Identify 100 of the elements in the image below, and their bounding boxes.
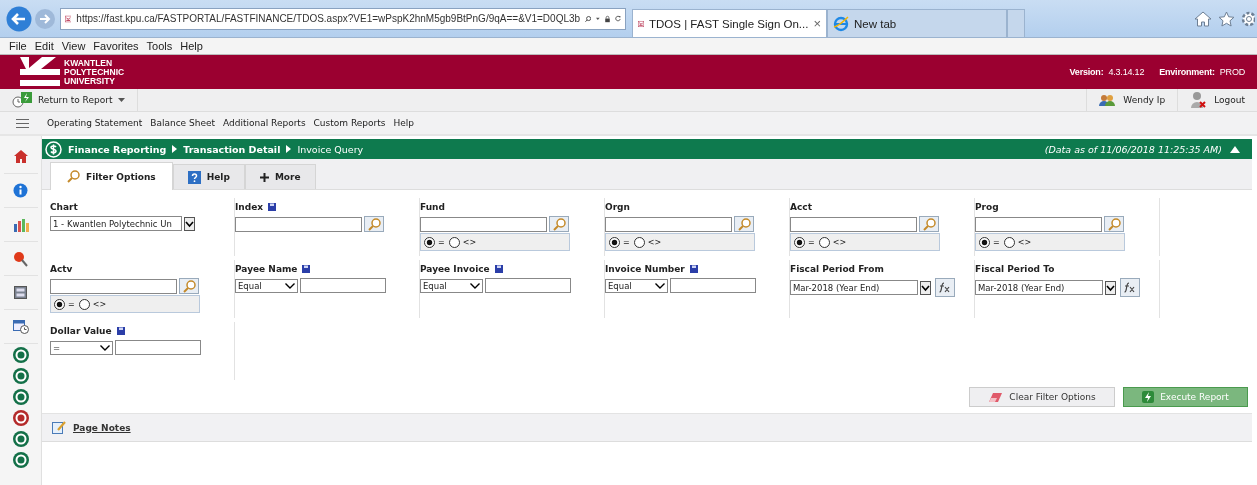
input-field[interactable] [790,216,917,232]
input-field[interactable] [50,278,177,294]
save-icon[interactable] [302,265,311,273]
operator-dropdown[interactable]: Equal [235,278,298,293]
browser-tab[interactable]: TDOS | FAST Single Sign On... × [632,9,827,37]
dollar-icon [45,140,62,158]
input-field[interactable] [300,278,386,293]
close-tab-button[interactable]: × [813,16,821,31]
lookup-button[interactable] [919,216,939,232]
radio-button[interactable] [78,298,90,310]
report-icon[interactable] [11,450,30,469]
menu-item[interactable]: Favorites [93,40,139,52]
lookup-button[interactable] [1104,216,1124,232]
nav-menu-item[interactable]: Balance Sheet [150,118,215,128]
save-icon[interactable] [116,327,125,335]
search-icon [1107,217,1121,231]
report-icon[interactable] [11,387,30,406]
chart-dropdown[interactable]: 1 - Kwantlen Polytechnic Un [50,216,182,231]
menu-item[interactable]: Tools [146,40,173,52]
lookup-button[interactable] [549,216,569,232]
return-to-report-button[interactable]: Return to Report [0,89,139,111]
back-button[interactable] [6,5,32,32]
report-icon [12,92,32,108]
radio-label: = [68,299,75,309]
operator-dropdown[interactable]: Equal [605,278,668,293]
period-dropdown[interactable]: Mar-2018 (Year End) [975,280,1103,295]
nav-menu-item[interactable]: Help [393,118,414,128]
nav-menu-item[interactable]: Additional Reports [223,118,306,128]
radio-button[interactable] [424,236,435,248]
breadcrumb-item[interactable]: Finance Reporting [68,143,167,155]
caret-icon [118,98,126,102]
collapse-icon[interactable] [1230,145,1240,153]
star-icon[interactable] [1218,10,1235,27]
save-icon[interactable] [268,203,277,211]
home-icon[interactable] [12,149,29,164]
lookup-button[interactable] [179,278,199,294]
tab[interactable]: More [244,164,316,189]
input-field[interactable] [975,216,1102,232]
breadcrumb-item[interactable]: Transaction Detail [183,143,281,155]
radio-button[interactable] [54,298,65,310]
input-field[interactable] [115,340,201,355]
settings-icon[interactable] [1241,10,1255,27]
formula-button[interactable] [935,278,955,297]
formula-icon [939,282,951,293]
page-notes-link[interactable]: Page Notes [73,422,131,433]
field-label: Dollar Value [50,326,112,336]
formula-button[interactable] [1120,278,1140,297]
radio-button[interactable] [979,236,990,248]
lookup-button[interactable] [364,216,384,232]
radio-button[interactable] [633,236,645,248]
info-icon[interactable] [13,183,28,198]
save-icon[interactable] [689,265,698,273]
browser-tab[interactable]: New tab [827,9,1007,37]
report-icon[interactable] [11,408,30,427]
input-field[interactable] [420,216,547,232]
menu-icon[interactable] [16,118,29,128]
input-field[interactable] [235,216,362,232]
user-button[interactable]: Wendy Ip [1086,89,1178,111]
tab[interactable]: Help [172,164,245,189]
field-label: Actv [50,264,73,274]
version-value: 4.3.14.12 [1108,67,1145,77]
radio-button[interactable] [794,236,805,248]
field-label: Orgn [605,202,630,212]
menu-item[interactable]: Help [180,40,203,52]
operator-dropdown[interactable]: = [50,340,113,355]
input-field[interactable] [670,278,756,293]
nav-menu-item[interactable]: Operating Statement [47,118,143,128]
clear-filter-button[interactable]: Clear Filter Options [969,387,1115,407]
field-label: Fiscal Period To [975,264,1055,274]
calendar-clock-icon[interactable] [12,319,29,334]
radio-button[interactable] [1003,236,1015,248]
input-field[interactable] [485,278,571,293]
report-icon[interactable] [11,429,30,448]
report-icon[interactable] [11,366,30,385]
report-icon[interactable] [11,345,30,364]
menu-item[interactable]: View [61,40,86,52]
tab[interactable]: Filter Options [50,162,173,190]
address-bar[interactable]: https://fast.kpu.ca/FASTPORTAL/FASTFINANCE/TDOS.aspx?VE1=wPspK2hnM5gb9BtPnG/9qA==&V1=D0QL3b [60,7,626,30]
radio-button[interactable] [818,236,830,248]
note-edit-icon [52,421,67,434]
film-icon[interactable] [14,286,27,299]
radio-button[interactable] [609,236,620,248]
save-icon[interactable] [494,265,503,273]
period-dropdown[interactable]: Mar-2018 (Year End) [790,280,918,295]
radio-button[interactable] [448,236,460,248]
home-icon[interactable] [1194,10,1212,27]
radio-label: <> [832,237,847,247]
bar-chart-icon[interactable] [12,217,29,232]
plus-icon [259,172,269,182]
input-field[interactable] [605,216,732,232]
caret-icon[interactable] [596,15,601,22]
pushpin-icon[interactable] [13,250,28,267]
logout-button[interactable]: Logout [1177,89,1257,111]
menu-item[interactable]: Edit [34,40,54,52]
nav-menu-item[interactable]: Custom Reports [313,118,386,128]
radio-label: = [993,237,1000,247]
chevron-down-icon [470,282,480,289]
operator-dropdown[interactable]: Equal [420,278,483,293]
lookup-button[interactable] [734,216,754,232]
menu-item[interactable]: File [9,40,27,52]
